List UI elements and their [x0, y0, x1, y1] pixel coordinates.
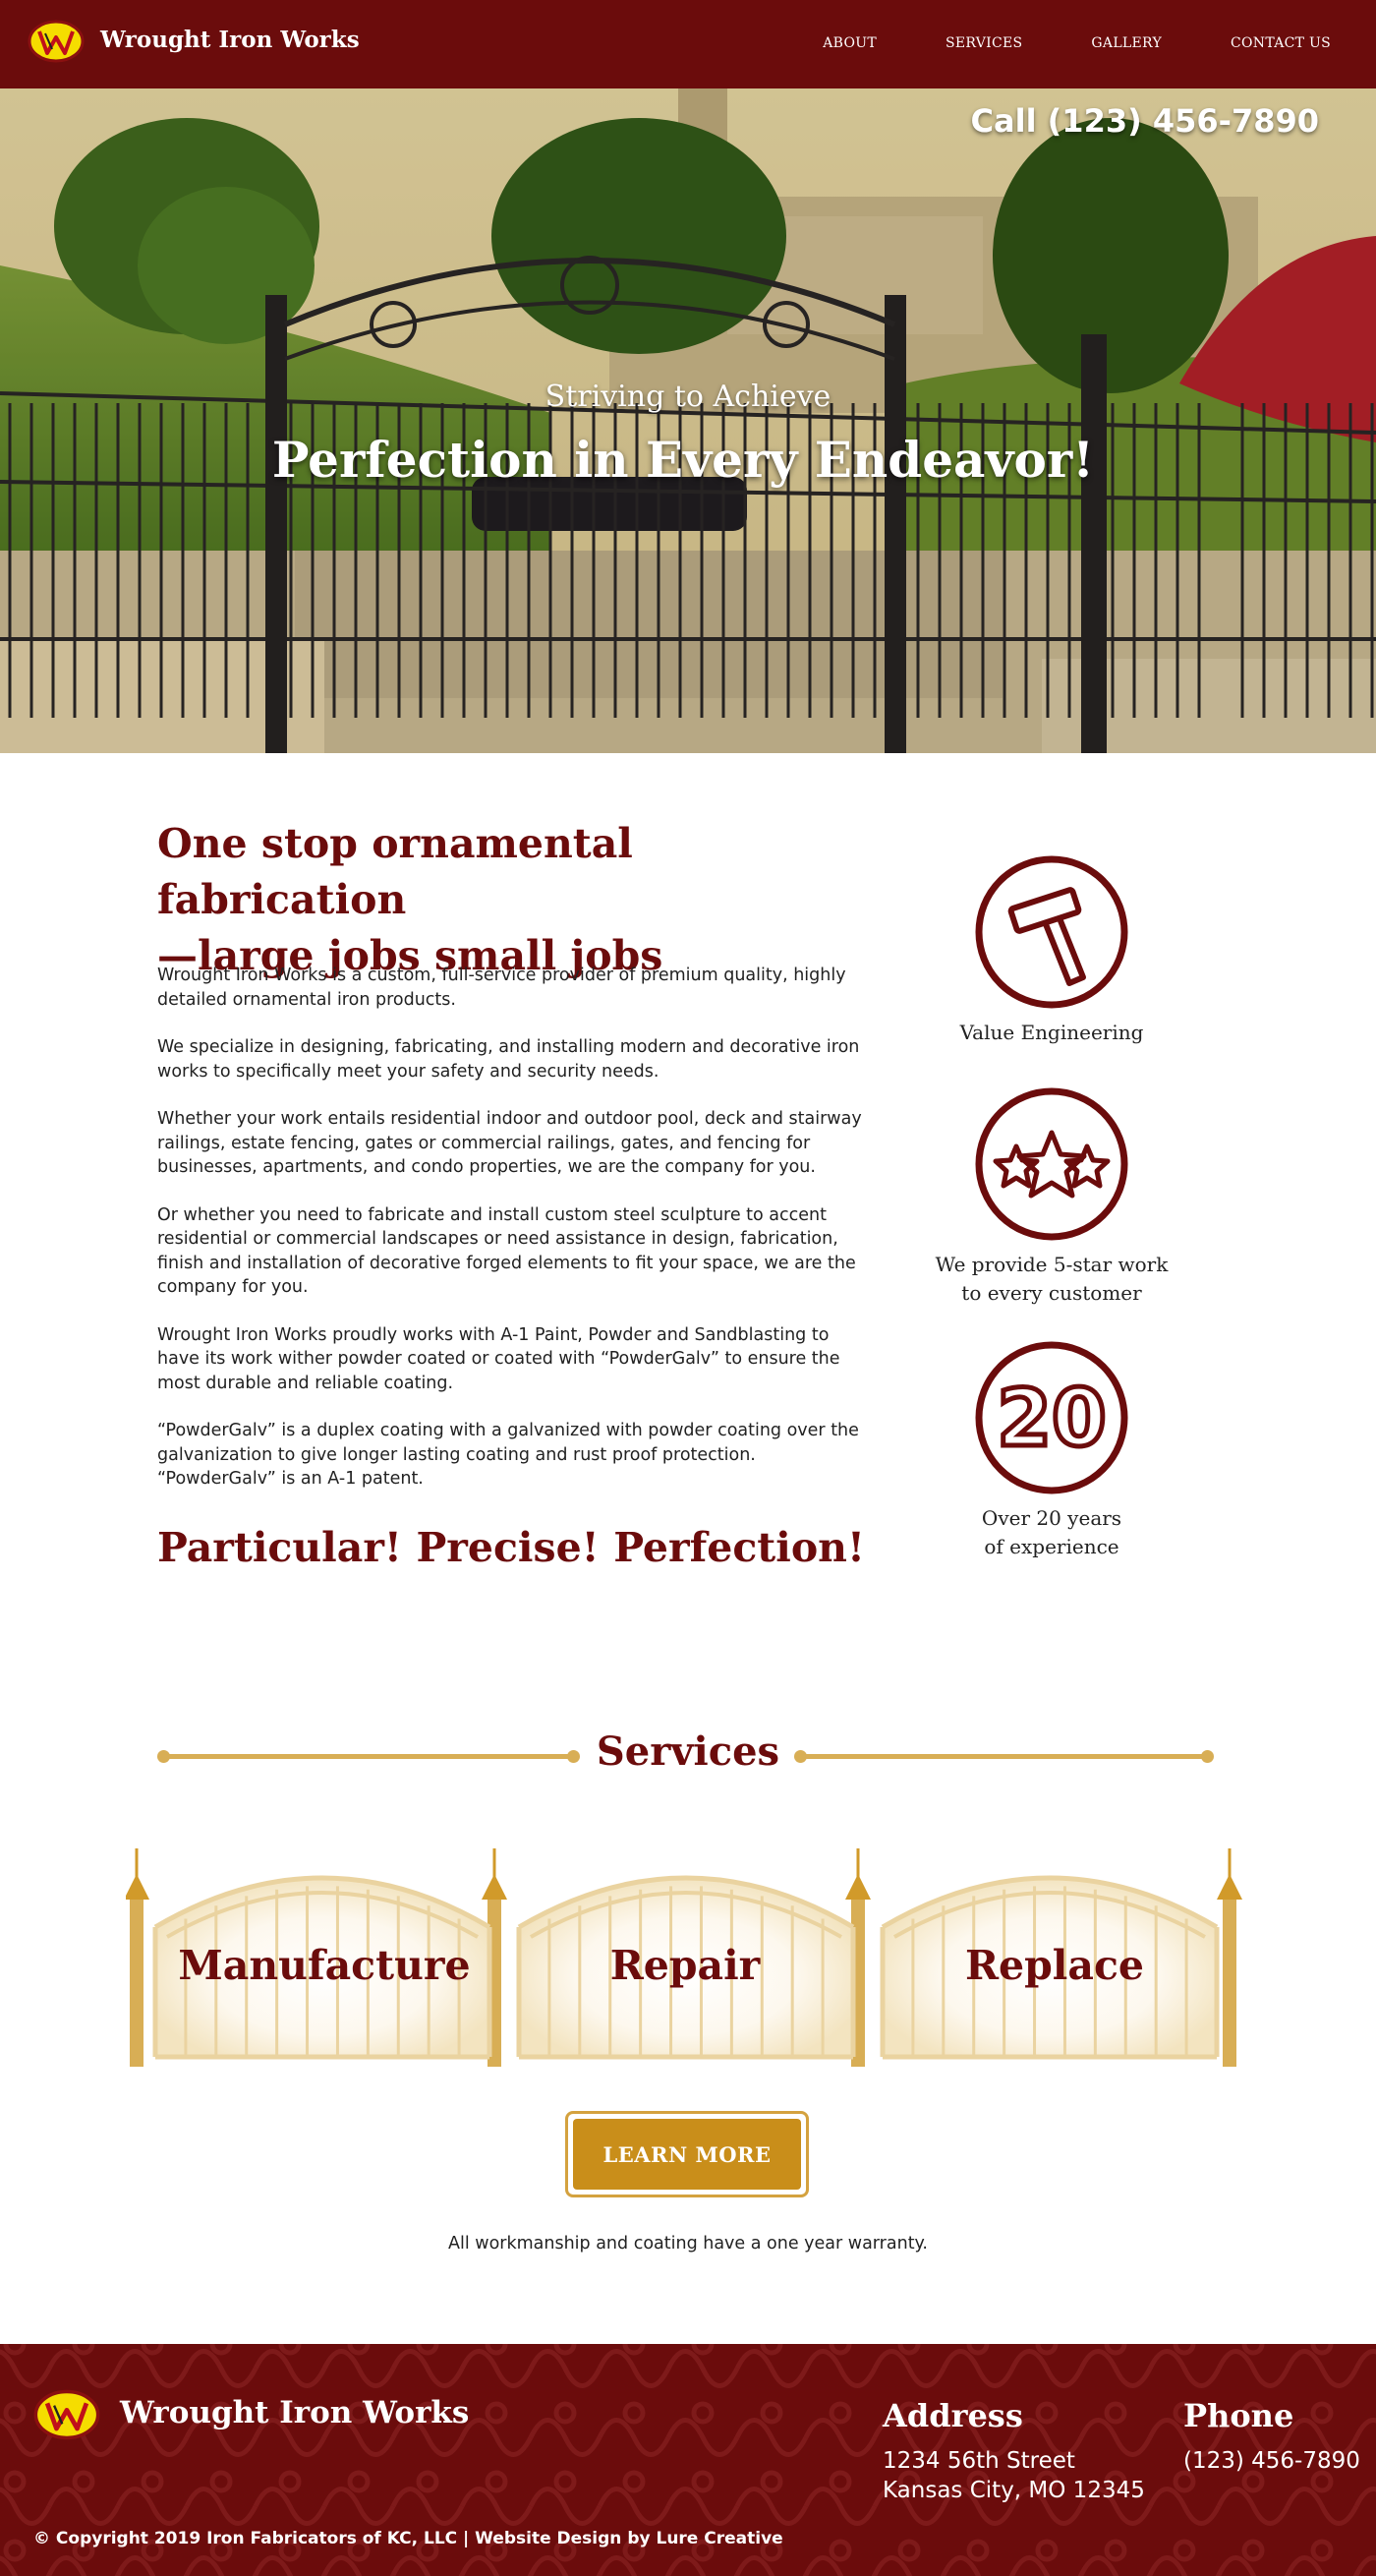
feature-twenty-years: 20 Over 20 years of experience [914, 1339, 1189, 1561]
intro-heading-line-1: One stop ornamental fabrication [157, 820, 633, 923]
nav-link-services[interactable]: SERVICES [946, 35, 1022, 51]
footer-phone-heading: Phone [1183, 2397, 1294, 2434]
hero-phone-link[interactable]: Call (123) 456-7890 [971, 102, 1319, 140]
feature-label-line-1: Value Engineering [959, 1021, 1144, 1044]
nav-link-about[interactable]: ABOUT [823, 35, 877, 51]
twenty-years-number: 20 [997, 1373, 1106, 1464]
service-manufacture[interactable]: Manufacture [162, 1942, 487, 1989]
nav-brand-name[interactable]: Wrought Iron Works [100, 27, 360, 53]
feature-label-line-1: We provide 5-star work [935, 1253, 1169, 1276]
feature-label-line-2: to every customer [961, 1281, 1142, 1305]
intro-paragraph: Wrought Iron Works is a custom, full-ser… [157, 966, 846, 1010]
nav-link-gallery[interactable]: GALLERY [1091, 35, 1162, 51]
feature-label-line-2: of experience [984, 1535, 1119, 1558]
tagline-perfection: Perfection! [613, 1524, 865, 1571]
intro-paragraph: Whether your work entails residential in… [157, 1109, 862, 1177]
warranty-note: All workmanship and coating have a one y… [448, 2234, 928, 2254]
footer-address-line-1: 1234 56th Street [883, 2448, 1075, 2474]
hammer-icon [975, 855, 1128, 1009]
tagline-particular: Particular! [157, 1524, 402, 1571]
footer-address-line-2: Kansas City, MO 12345 [883, 2478, 1145, 2503]
footer-logo[interactable] [33, 2389, 100, 2440]
five-stars-icon [975, 1087, 1128, 1241]
company-logo[interactable] [28, 20, 85, 63]
intro-paragraph: Wrought Iron Works proudly works with A-… [157, 1324, 840, 1393]
hero-background-image [0, 88, 1376, 753]
footer-address-heading: Address [883, 2397, 1023, 2434]
hero-title: Perfection in Every Endeavor! [271, 431, 1095, 489]
services-divider-right [798, 1754, 1211, 1759]
services-divider-right-end [1201, 1750, 1214, 1763]
nav-link-contact-us[interactable]: CONTACT US [1231, 35, 1331, 51]
site-footer: Wrought Iron Works Address 1234 56th Str… [0, 2344, 1376, 2576]
footer-brand-name: Wrought Iron Works [120, 2395, 470, 2430]
top-navigation-bar: Wrought Iron Works ABOUT SERVICES GALLER… [0, 0, 1376, 88]
intro-paragraph: Or whether you need to fabricate and ins… [157, 1204, 856, 1298]
feature-label-line-1: Over 20 years [981, 1506, 1122, 1530]
copyright-text: © Copyright 2019 Iron Fabricators of KC,… [33, 2529, 783, 2548]
intro-paragraph: “PowderGalv” is a duplex coating with a … [157, 1421, 859, 1489]
nav-menu: ABOUT SERVICES GALLERY CONTACT US [754, 35, 1331, 51]
learn-more-button[interactable]: LEARN MORE [565, 2111, 809, 2197]
tagline: Particular! Precise! Perfection! [157, 1524, 865, 1571]
intro-heading: One stop ornamental fabrication —large j… [157, 816, 865, 984]
intro-body-text: Wrought Iron Works is a custom, full-ser… [157, 964, 865, 1515]
service-replace[interactable]: Replace [892, 1942, 1217, 1989]
hero-banner: Call (123) 456-7890 Striving to Achieve … [0, 88, 1376, 753]
twenty-years-icon: 20 [975, 1341, 1128, 1494]
feature-five-star-work: We provide 5-star work to every customer [914, 1085, 1189, 1308]
services-heading: Services [596, 1728, 780, 1775]
tagline-precise: Precise! [416, 1524, 600, 1571]
footer-phone-number[interactable]: (123) 456-7890 [1183, 2446, 1360, 2476]
feature-value-engineering: Value Engineering [914, 853, 1189, 1047]
learn-more-label: LEARN MORE [573, 2119, 801, 2190]
hero-subtitle: Striving to Achieve [545, 380, 831, 414]
intro-paragraph: We specialize in designing, fabricating,… [157, 1037, 860, 1082]
service-repair[interactable]: Repair [523, 1942, 847, 1989]
